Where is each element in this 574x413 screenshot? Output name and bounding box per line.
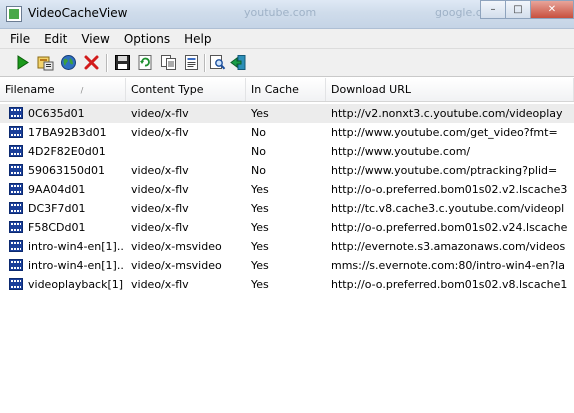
table-row[interactable]: DC3F7d01 video/x-flv Yes http://tc.v8.cache… [0, 199, 574, 218]
cell-download-url: http://o-o.preferred.bom01s02.v24.lscach… [331, 221, 568, 234]
cell-content-type [131, 142, 243, 161]
cell-filename: intro-win4-en[1].... [28, 259, 124, 272]
cell-in-cache: Yes [251, 278, 269, 291]
cell-filename: 17BA92B3d01 [28, 126, 107, 139]
toolbar-separator [204, 54, 206, 72]
globe-icon[interactable] [60, 54, 77, 71]
video-file-icon [9, 107, 23, 119]
copy-icon[interactable] [160, 54, 177, 71]
cell-filename: intro-win4-en[1].... [28, 240, 124, 253]
table-row[interactable]: intro-win4-en[1].... video/x-msvideo Yes mm… [0, 256, 574, 275]
maximize-button[interactable]: □ [505, 0, 531, 19]
find-icon[interactable] [209, 54, 226, 71]
cell-download-url: http://tc.v8.cache3.c.youtube.com/videop… [331, 202, 565, 215]
cell-filename: videoplayback[1] [28, 278, 124, 291]
cell-download-url: http://o-o.preferred.bom01s02.v2.lscache… [331, 183, 568, 196]
delete-icon[interactable] [83, 54, 100, 71]
menu-edit[interactable]: Edit [37, 30, 74, 48]
column-header-download-url[interactable]: Download URL [326, 78, 574, 101]
cell-in-cache: Yes [251, 107, 269, 120]
cell-download-url: http://v2.nonxt3.c.youtube.com/videoplay [331, 107, 563, 120]
refresh-icon[interactable] [137, 54, 154, 71]
cell-download-url: http://www.youtube.com/ptracking?plid= [331, 164, 558, 177]
title-bar: VideoCacheView youtube.com google.com – … [0, 0, 574, 29]
table-row[interactable]: intro-win4-en[1].... video/x-msvideo Yes ht… [0, 237, 574, 256]
cell-in-cache: No [251, 164, 266, 177]
play-icon[interactable] [14, 54, 31, 71]
column-header-in-cache[interactable]: In Cache [246, 78, 326, 101]
cell-content-type: video/x-flv [131, 164, 189, 177]
cell-download-url: http://evernote.s3.amazonaws.com/videos [331, 240, 566, 253]
cell-content-type: video/x-msvideo [131, 259, 222, 272]
properties-icon[interactable] [183, 54, 200, 71]
video-file-icon [9, 164, 23, 176]
close-button[interactable]: ✕ [530, 0, 574, 19]
table-row[interactable]: 9AA04d01 video/x-flv Yes http://o-o.preferr… [0, 180, 574, 199]
cell-download-url: mms://s.evernote.com:80/intro-win4-en?la [331, 259, 565, 272]
cell-filename: 0C635d01 [28, 107, 85, 120]
column-header-filename[interactable]: Filename / [0, 78, 126, 101]
toolbar [0, 49, 574, 77]
table-row[interactable]: F58CDd01 video/x-flv Yes http://o-o.preferr… [0, 218, 574, 237]
app-icon [6, 6, 22, 22]
cell-in-cache: Yes [251, 202, 269, 215]
cell-download-url: http://o-o.preferred.bom01s02.v8.lscache… [331, 278, 568, 291]
table-row[interactable]: 17BA92B3d01 video/x-flv No http://www.youtu… [0, 123, 574, 142]
cell-content-type: video/x-flv [131, 278, 189, 291]
cell-content-type: video/x-flv [131, 221, 189, 234]
minimize-button[interactable]: – [480, 0, 506, 19]
table-row[interactable]: 0C635d01 video/x-flv Yes http://v2.nonxt3.c… [0, 104, 574, 123]
table-row[interactable]: 59063150d01 video/x-flv No http://www.youtu… [0, 161, 574, 180]
menu-options[interactable]: Options [117, 30, 177, 48]
cell-in-cache: Yes [251, 240, 269, 253]
table-row[interactable]: 4D2F82E0d01 No http://www.youtube.com/ [0, 142, 574, 161]
exit-icon[interactable] [230, 54, 247, 71]
cell-content-type: video/x-msvideo [131, 240, 222, 253]
column-header-label: Filename [5, 83, 55, 96]
menu-help[interactable]: Help [177, 30, 218, 48]
window-title: VideoCacheView [28, 6, 128, 20]
save-icon[interactable] [114, 54, 131, 71]
cell-download-url: http://www.youtube.com/ [331, 145, 471, 158]
toolbar-separator [106, 54, 108, 72]
video-file-icon [9, 183, 23, 195]
menu-bar: File Edit View Options Help [0, 29, 574, 49]
cell-download-url: http://www.youtube.com/get_video?fmt= [331, 126, 558, 139]
cell-in-cache: Yes [251, 259, 269, 272]
cell-filename: F58CDd01 [28, 221, 86, 234]
video-file-icon [9, 202, 23, 214]
video-file-icon [9, 259, 23, 271]
cell-in-cache: No [251, 145, 266, 158]
column-header-content-type[interactable]: Content Type [126, 78, 246, 101]
cell-content-type: video/x-flv [131, 107, 189, 120]
cell-filename: 59063150d01 [28, 164, 105, 177]
video-file-icon [9, 126, 23, 138]
cell-filename: 9AA04d01 [28, 183, 86, 196]
cell-content-type: video/x-flv [131, 202, 189, 215]
cell-in-cache: Yes [251, 221, 269, 234]
video-file-icon [9, 278, 23, 290]
cell-content-type: video/x-flv [131, 126, 189, 139]
cell-filename: 4D2F82E0d01 [28, 145, 106, 158]
menu-file[interactable]: File [0, 30, 37, 48]
cache-list[interactable]: Filename / Content Type In Cache Download… [0, 78, 574, 413]
cell-in-cache: Yes [251, 183, 269, 196]
video-file-icon [9, 240, 23, 252]
cell-filename: DC3F7d01 [28, 202, 86, 215]
cell-in-cache: No [251, 126, 266, 139]
table-row[interactable]: videoplayback[1] video/x-flv Yes http://o-o… [0, 275, 574, 294]
cell-content-type: video/x-flv [131, 183, 189, 196]
window-controls: – □ ✕ [480, 0, 574, 20]
list-header: Filename / Content Type In Cache Download… [0, 78, 574, 102]
menu-view[interactable]: View [74, 30, 116, 48]
sort-indicator-icon: / [80, 86, 84, 95]
save-selected-icon[interactable] [37, 54, 54, 71]
video-file-icon [9, 221, 23, 233]
background-tab-text: youtube.com [244, 6, 317, 19]
video-file-icon [9, 145, 23, 157]
